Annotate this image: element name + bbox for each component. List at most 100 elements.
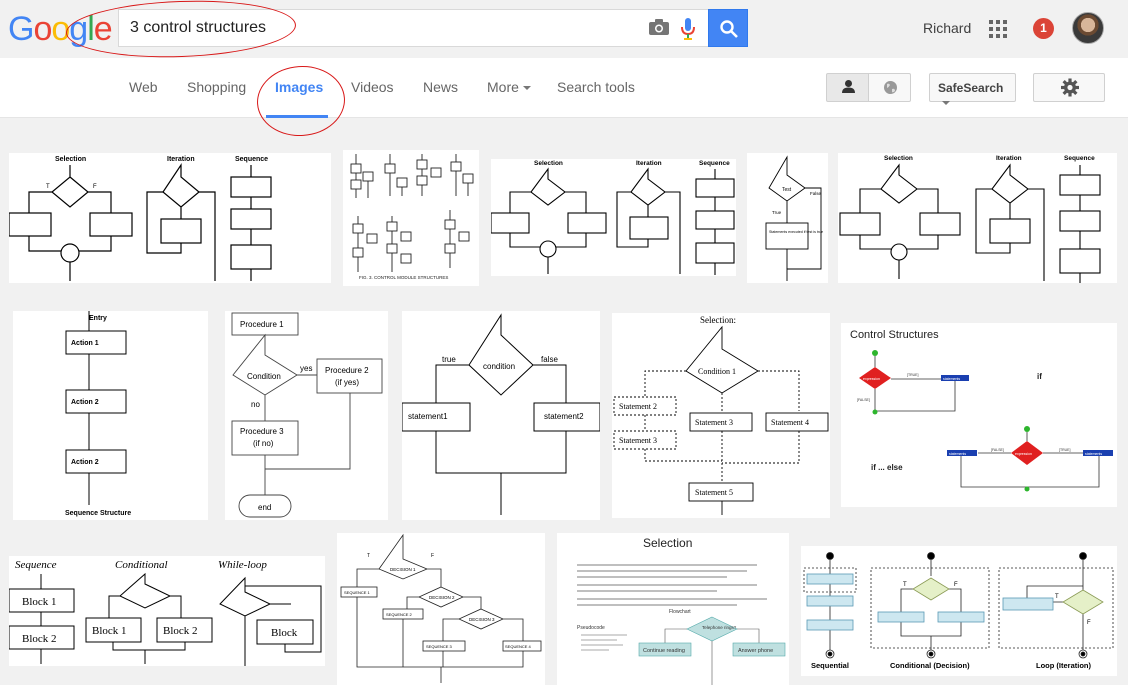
search-query-text: 3 control structures [130,19,267,36]
gear-icon [1061,78,1079,97]
safesearch-dropdown[interactable]: SafeSearch [929,73,1016,105]
svg-text:Action 2: Action 2 [71,399,99,406]
image-result[interactable]: Selection: Condition 1 Statement 2 State… [612,313,830,518]
svg-text:Condition: Condition [247,372,281,381]
image-result[interactable]: Control Structures expression [TRUE] [FA… [841,323,1117,507]
image-result[interactable]: condition true false statement1 statemen… [402,311,600,520]
svg-text:DECISION 1: DECISION 1 [390,567,416,572]
svg-text:Block 1: Block 1 [22,596,57,608]
svg-text:statements: statements [943,377,960,381]
svg-text:Selection:: Selection: [700,315,736,325]
svg-text:F: F [431,553,434,559]
svg-text:(if no): (if no) [253,439,274,448]
image-result[interactable]: DECISION 1 T F SEQUENCE 1 DECISION 2 SEQ… [337,533,545,685]
svg-text:Control Structures: Control Structures [850,329,939,341]
image-result[interactable]: Test False True Statements executed if t… [747,153,828,283]
image-result[interactable]: Procedure 1 Condition yes no Procedure 2… [225,311,388,520]
svg-text:False: False [810,191,822,196]
svg-text:statement1: statement1 [408,412,448,421]
tab-search-tools[interactable]: Search tools [557,79,635,95]
search-tabs-bar: Web Shopping Images Videos News More Sea… [0,58,1128,118]
image-result[interactable]: Selection Iteration Sequence [491,159,736,276]
svg-text:[TRUE]: [TRUE] [1059,448,1071,452]
image-result[interactable]: Selection Iteration Sequence [838,153,1117,283]
svg-text:Selection: Selection [534,160,563,167]
svg-text:if: if [1037,372,1042,381]
svg-text:Loop (Iteration): Loop (Iteration) [1036,661,1091,670]
microphone-icon[interactable] [681,18,695,40]
personal-results-button[interactable] [826,73,869,102]
svg-text:Statement 2: Statement 2 [619,402,657,411]
svg-text:Flowchart: Flowchart [669,609,691,615]
search-button[interactable] [708,9,748,47]
active-tab-indicator [266,115,328,118]
svg-text:Selection: Selection [884,155,913,162]
svg-text:Action 1: Action 1 [71,340,99,347]
image-result[interactable]: Entry Action 1 Action 2 Action 2 Sequenc… [13,311,208,520]
svg-text:Statement 4: Statement 4 [771,418,809,427]
svg-text:Selection: Selection [55,156,86,163]
svg-text:Continue reading: Continue reading [643,648,685,654]
svg-text:Statements executed if test is: Statements executed if test is true [769,230,823,234]
svg-text:DECISION 3: DECISION 3 [469,617,495,622]
tab-shopping[interactable]: Shopping [187,79,246,95]
search-icon [720,20,738,38]
svg-text:Block: Block [271,627,298,639]
global-results-button[interactable] [868,73,911,102]
svg-text:Pseudocode: Pseudocode [577,625,605,631]
camera-icon[interactable] [649,19,669,35]
svg-text:(if yes): (if yes) [335,378,359,387]
svg-text:[FALSE]: [FALSE] [991,448,1004,452]
svg-text:statements: statements [1085,452,1102,456]
globe-icon [884,81,897,94]
svg-text:Iteration: Iteration [636,160,662,167]
tab-images[interactable]: Images [275,79,323,95]
svg-text:Iteration: Iteration [996,155,1022,162]
avatar[interactable] [1072,12,1104,44]
top-bar: Google 3 control structures Richard 1 [0,0,1128,58]
svg-text:SEQUENCE 1: SEQUENCE 1 [344,590,371,595]
svg-text:[TRUE]: [TRUE] [907,373,919,377]
google-logo[interactable]: Google [8,10,113,49]
settings-button[interactable] [1033,73,1105,102]
image-result[interactable]: Selection Pseudocode Flowchart Telephone… [557,533,789,685]
svg-text:SEQUENCE 3: SEQUENCE 3 [426,644,453,649]
svg-text:Conditional: Conditional [115,559,168,571]
tab-web[interactable]: Web [129,79,158,95]
tab-news[interactable]: News [423,79,458,95]
svg-text:no: no [251,400,260,409]
image-result[interactable]: Sequence Conditional While-loop Block 1 … [9,556,325,666]
svg-text:Condition 1: Condition 1 [698,367,736,376]
svg-text:statements: statements [949,452,966,456]
svg-text:Block 1: Block 1 [92,625,127,637]
notification-badge[interactable]: 1 [1033,18,1054,39]
svg-text:Statement 5: Statement 5 [695,488,733,497]
svg-text:Conditional (Decision): Conditional (Decision) [890,661,970,670]
tab-videos[interactable]: Videos [351,79,394,95]
image-result[interactable]: Sequential T F Conditional (Decision) T … [801,546,1117,676]
svg-text:true: true [442,355,456,364]
user-name-link[interactable]: Richard [923,20,971,36]
chevron-down-icon [942,100,950,105]
svg-text:expression: expression [863,377,880,381]
image-result[interactable]: Selection Iteration Sequence T F [9,153,331,283]
svg-text:Procedure 2: Procedure 2 [325,366,369,375]
image-result[interactable]: FIG. 3. CONTROL MODULE STRUCTURES [343,150,479,286]
svg-text:Procedure 1: Procedure 1 [240,320,284,329]
person-icon [842,80,855,93]
svg-text:T: T [1055,594,1059,600]
svg-text:Statement 3: Statement 3 [695,418,733,427]
svg-text:T: T [46,184,50,190]
apps-grid-icon[interactable] [989,20,1007,38]
svg-text:if ... else: if ... else [871,463,903,472]
svg-text:Sequence: Sequence [699,160,730,167]
svg-text:Selection: Selection [643,536,692,550]
search-input[interactable]: 3 control structures [118,9,708,47]
svg-text:false: false [541,355,558,364]
svg-text:T: T [903,582,907,588]
svg-text:expression: expression [1015,452,1032,456]
svg-text:Entry: Entry [89,315,107,322]
svg-text:Sequence: Sequence [235,156,268,163]
tab-more[interactable]: More [487,79,531,95]
svg-text:SEQUENCE 2: SEQUENCE 2 [386,612,413,617]
